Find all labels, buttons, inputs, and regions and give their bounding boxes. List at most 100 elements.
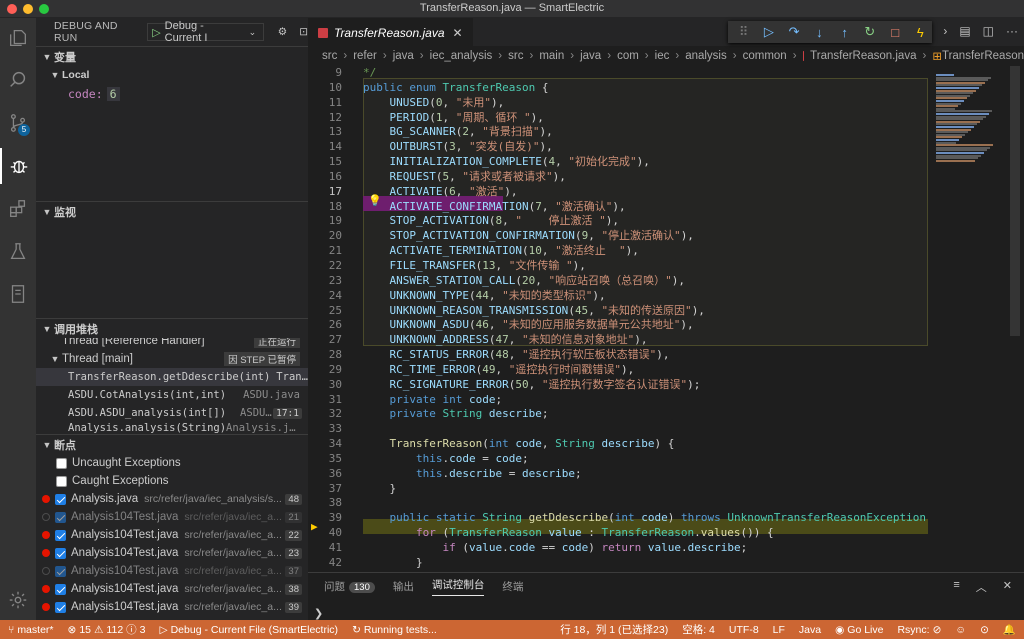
tab-output[interactable]: 输出 bbox=[393, 579, 414, 594]
stack-frame[interactable]: ASDU.ASDU_analysis(int[]) ASDU.java 17:1 bbox=[36, 404, 308, 422]
breadcrumb-item[interactable]: main bbox=[539, 50, 564, 62]
end-of-line[interactable]: LF bbox=[773, 624, 785, 636]
source-control-icon[interactable]: 5 bbox=[0, 105, 36, 141]
code-line[interactable]: 35 this.code = code; bbox=[308, 452, 928, 467]
debug-status[interactable]: ▷ Debug - Current File (SmartElectric) bbox=[160, 624, 339, 636]
code-line[interactable]: 22 FILE_TRANSFER(13, "文件传输 "), bbox=[308, 259, 928, 274]
code-line[interactable]: 42 } bbox=[308, 556, 928, 571]
checkbox[interactable] bbox=[55, 493, 66, 505]
code-line[interactable]: 17 ACTIVATE(6, "激活"), bbox=[308, 185, 928, 200]
drag-handle-icon[interactable]: ⠿ bbox=[732, 21, 755, 43]
notebook-icon[interactable] bbox=[0, 276, 36, 312]
maximize-panel-chevron-up-icon[interactable]: ︿ bbox=[976, 579, 987, 595]
checkbox[interactable] bbox=[55, 511, 66, 523]
code-line[interactable]: 14 OUTBURST(3, "突发(自发)"), bbox=[308, 140, 928, 155]
close-tab-icon[interactable]: ✕ bbox=[453, 26, 463, 40]
line-number[interactable]: 40 bbox=[308, 526, 342, 541]
code-line[interactable]: 24 UNKNOWN_TYPE(44, "未知的类型标识"), bbox=[308, 289, 928, 304]
line-number[interactable]: 36 bbox=[308, 467, 342, 482]
code-line[interactable]: 33 bbox=[308, 422, 928, 437]
breakpoint-uncaught-exceptions[interactable]: Uncaught Exceptions bbox=[36, 454, 308, 472]
notifications-bell-icon[interactable]: 🔔 bbox=[1003, 623, 1016, 636]
line-number[interactable]: 18 bbox=[308, 200, 342, 215]
checkbox[interactable] bbox=[56, 475, 67, 487]
checkbox[interactable] bbox=[55, 565, 66, 577]
code-line[interactable]: 36 this.describe = describe; bbox=[308, 467, 928, 482]
code-line[interactable]: 30 RC_SIGNATURE_ERROR(50, "遥控执行数字签名认证错误"… bbox=[308, 378, 928, 393]
code-line[interactable]: 18 ACTIVATE_CONFIRMATION(7, "激活确认"), bbox=[308, 200, 928, 215]
code-line[interactable]: 12 PERIOD(1, "周期、循环 "), bbox=[308, 111, 928, 126]
code-line[interactable]: 31 private int code; bbox=[308, 393, 928, 408]
restart-icon[interactable]: ↻ bbox=[858, 21, 881, 43]
stack-frame[interactable]: ASDU.CotAnalysis(int,int) ASDU.java bbox=[36, 386, 308, 404]
breakpoint-item[interactable]: Analysis104Test.java src/refer/java/iec_… bbox=[36, 562, 308, 580]
line-number[interactable]: 14 bbox=[308, 140, 342, 155]
breadcrumb-item[interactable]: TransferReason.java bbox=[810, 50, 916, 62]
line-number[interactable]: 25 bbox=[308, 304, 342, 319]
code-line[interactable]: 34 TransferReason(int code, String descr… bbox=[308, 437, 928, 452]
line-number[interactable]: 34 bbox=[308, 437, 342, 452]
checkbox[interactable] bbox=[55, 583, 66, 595]
step-into-icon[interactable]: ↓ bbox=[808, 21, 831, 43]
hot-code-replace-icon[interactable]: ϟ bbox=[909, 21, 932, 43]
line-number[interactable]: 38 bbox=[308, 496, 342, 511]
branch-status[interactable]: ⑂ master* bbox=[8, 624, 54, 636]
feedback-icon[interactable]: ☺ bbox=[955, 624, 966, 636]
line-number[interactable]: 10 bbox=[308, 81, 342, 96]
code-line[interactable]: 39 public static String getDdescribe(int… bbox=[308, 511, 928, 526]
line-number[interactable]: 31 bbox=[308, 393, 342, 408]
code-line[interactable]: 38 bbox=[308, 496, 928, 511]
breadcrumb-item[interactable]: common bbox=[743, 50, 787, 62]
console-prompt[interactable]: ❯ bbox=[314, 607, 323, 620]
breakpoint-item[interactable]: Analysis104Test.java src/refer/java/iec_… bbox=[36, 526, 308, 544]
line-number[interactable]: 16 bbox=[308, 170, 342, 185]
java-status-icon[interactable]: ⊙ bbox=[980, 624, 989, 636]
line-number[interactable]: 28 bbox=[308, 348, 342, 363]
start-debug-icon[interactable]: ▷ bbox=[152, 26, 160, 39]
run-debug-icon[interactable] bbox=[0, 148, 36, 184]
tab-transferreason-java[interactable]: TransferReason.java ✕ bbox=[308, 18, 473, 46]
cursor-position[interactable]: 行 18，列 1 (已选择23) bbox=[560, 622, 668, 637]
settings-gear-icon[interactable] bbox=[0, 582, 36, 618]
line-number[interactable]: 29 bbox=[308, 363, 342, 378]
code-line[interactable]: 19 STOP_ACTIVATION(8, " 停止激活 "), bbox=[308, 214, 928, 229]
breadcrumb-item[interactable]: TransferReason bbox=[942, 50, 1024, 62]
line-number[interactable]: 41 bbox=[308, 541, 342, 556]
line-number[interactable]: 33 bbox=[308, 422, 342, 437]
code-line[interactable]: 41 if (value.code == code) return value.… bbox=[308, 541, 928, 556]
line-number[interactable]: 37 bbox=[308, 482, 342, 497]
line-number[interactable]: 24 bbox=[308, 289, 342, 304]
search-icon[interactable] bbox=[0, 62, 36, 98]
clear-console-icon[interactable]: ≡ bbox=[953, 579, 959, 595]
code-line[interactable]: 9 */ bbox=[308, 66, 928, 81]
rsync-status[interactable]: Rsync: ⊘ bbox=[897, 624, 941, 636]
breakpoint-item[interactable]: Analysis104Test.java src/refer/java/iec_… bbox=[36, 544, 308, 562]
code-line[interactable]: 10 public enum TransferReason { bbox=[308, 81, 928, 96]
line-number[interactable]: 32 bbox=[308, 407, 342, 422]
breadcrumb-item[interactable]: iec_analysis bbox=[430, 50, 493, 62]
code-line[interactable]: 32 private String describe; bbox=[308, 407, 928, 422]
stop-icon[interactable]: □ bbox=[884, 21, 907, 43]
code-line[interactable]: 11 UNUSED(0, "未用"), bbox=[308, 96, 928, 111]
breakpoints-section-header[interactable]: ▼ 断点 bbox=[36, 434, 308, 454]
breakpoint-item[interactable]: Analysis104Test.java src/refer/java/iec_… bbox=[36, 580, 308, 598]
breakpoint-item[interactable]: Analysis104Test.java src/refer/java/iec_… bbox=[36, 508, 308, 526]
close-panel-icon[interactable]: ✕ bbox=[1003, 579, 1012, 595]
line-number[interactable]: 15 bbox=[308, 155, 342, 170]
breakpoint-item[interactable]: Analysis104Test.java src/refer/java/iec_… bbox=[36, 598, 308, 616]
breadcrumb-item[interactable]: java bbox=[393, 50, 414, 62]
breadcrumb-item[interactable]: iec bbox=[655, 50, 670, 62]
code-line[interactable]: 28 RC_STATUS_ERROR(48, "遥控执行软压板状态错误"), bbox=[308, 348, 928, 363]
code-line[interactable]: 15 INITIALIZATION_COMPLETE(4, "初始化完成"), bbox=[308, 155, 928, 170]
line-number[interactable]: 23 bbox=[308, 274, 342, 289]
line-number[interactable]: 21 bbox=[308, 244, 342, 259]
problems-status[interactable]: ⊗ 15 ⚠ 112 ⓘ 3 bbox=[68, 622, 146, 637]
thread-reference-handler[interactable]: Thread [Reference Handler] 正在运行 bbox=[36, 338, 308, 350]
test-status[interactable]: ↻ Running tests... bbox=[352, 624, 437, 636]
line-number[interactable]: 19 bbox=[308, 214, 342, 229]
line-number[interactable]: 9 bbox=[308, 66, 342, 81]
code-line[interactable]: 27 UNKNOWN_ADDRESS(47, "未知的信息对象地址"), bbox=[308, 333, 928, 348]
breakpoint-item[interactable]: Analysis.java src/refer/java/iec_analysi… bbox=[36, 490, 308, 508]
line-number[interactable]: 17 bbox=[308, 185, 342, 200]
line-number[interactable]: 11 bbox=[308, 96, 342, 111]
